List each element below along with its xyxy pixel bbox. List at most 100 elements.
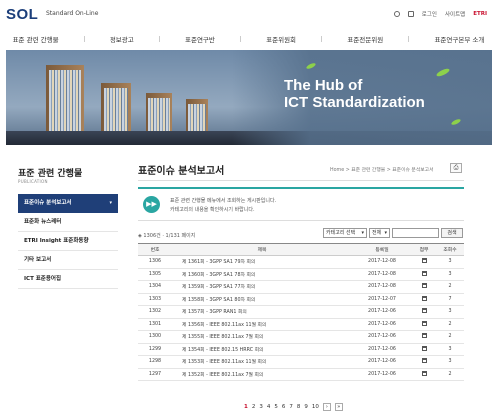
attachment-icon[interactable] (421, 358, 427, 364)
table-row[interactable]: 1306 제 1361회 - 3GPP SA1 79차 회의 2017-12-08 3 (138, 256, 464, 269)
cell-number: 1300 (148, 334, 162, 340)
attachment-icon[interactable] (421, 295, 427, 301)
cell-views: 7 (448, 296, 452, 302)
cell-attachment (412, 318, 436, 331)
page-link[interactable]: 6 (282, 404, 286, 410)
cell-title[interactable]: 제 1355회 - IEEE 802.11ax 7월 회의 (172, 331, 352, 344)
breadcrumb[interactable]: Home > 표준 관련 간행물 > 표준이슈 분석보고서 (330, 166, 434, 173)
page-link[interactable]: 2 (252, 404, 256, 410)
sidebar-item-glossary[interactable]: ICT 표준용어집 (18, 270, 118, 289)
attachment-icon[interactable] (421, 370, 427, 376)
cell-number: 1299 (148, 346, 162, 352)
col-title: 제목 (257, 248, 267, 253)
etri-link[interactable]: ETRI (473, 11, 487, 17)
page-link[interactable]: 4 (267, 404, 271, 410)
gnb-item-info[interactable]: 정보광고 (110, 34, 134, 44)
page-link[interactable]: 7 (289, 404, 293, 410)
page-link[interactable]: 10 (312, 404, 319, 410)
sidebar-item-label: ETRI Insight 표준화동향 (24, 238, 89, 244)
hero-title-line1: The Hub of (284, 77, 363, 94)
next-page-button[interactable]: › (322, 403, 331, 411)
sidebar-subtitle: PUBLICATION (18, 179, 48, 184)
sidebar-item-etri-insight[interactable]: ETRI Insight 표준화동향 (18, 232, 118, 251)
col-number: 번호 (150, 248, 160, 253)
cell-title[interactable]: 제 1356회 - IEEE 802.11ax 11월 회의 (172, 318, 352, 331)
cell-title[interactable]: 제 1360회 - 3GPP SA1 78차 회의 (172, 268, 352, 281)
attachment-icon[interactable] (421, 308, 427, 314)
utility-links: 로그인 사이트맵 ETRI (393, 10, 487, 18)
attachment-icon[interactable] (421, 258, 427, 264)
global-nav: 표준 관련 간행물 정보광고 표준연구반 표준위원회 표준전문위원 표준연구본부… (0, 32, 497, 46)
page-link[interactable]: 1 (244, 404, 248, 410)
top-bar: SOL Standard On-Line 로그인 사이트맵 ETRI (0, 0, 497, 28)
cell-title[interactable]: 제 1352회 - IEEE 802.11ax 7월 회의 (172, 368, 352, 381)
table-row[interactable]: 1300 제 1355회 - IEEE 802.11ax 7월 회의 2017-12… (138, 331, 464, 344)
cell-date: 2017-12-07 (368, 296, 396, 302)
cell-date: 2017-12-08 (368, 284, 396, 290)
category-select[interactable]: 카테고리 선택 ▾ (323, 228, 367, 238)
sidebar-title: 표준 관련 간행물 (18, 169, 83, 179)
page-link[interactable]: 9 (304, 404, 308, 410)
last-page-button[interactable]: » (334, 403, 343, 411)
cell-date: 2017-12-06 (368, 371, 396, 377)
cell-number: 1302 (148, 309, 162, 315)
home-icon[interactable] (393, 11, 400, 17)
page-link[interactable]: 3 (259, 404, 263, 410)
page-numbers: 1 2 3 4 5 6 7 8 9 10 (244, 404, 319, 410)
logo-subtitle: Standard On-Line (46, 10, 99, 17)
report-table: 번호 제목 등록일 첨부 조회수 1306 제 1361회 - 3GPP SA1 … (138, 243, 464, 381)
table-row[interactable]: 1301 제 1356회 - IEEE 802.11ax 11월 회의 2017-1… (138, 318, 464, 331)
cell-title[interactable]: 제 1359회 - 3GPP SA1 77차 회의 (172, 281, 352, 294)
login-link[interactable]: 로그인 (422, 10, 437, 18)
attachment-icon[interactable] (421, 333, 427, 339)
cell-title[interactable]: 제 1358회 - 3GPP SA1 80차 회의 (172, 293, 352, 306)
cell-attachment (412, 356, 436, 369)
sidebar-item-other-reports[interactable]: 기타 보고서 (18, 251, 118, 270)
cell-views: 3 (448, 346, 452, 352)
gnb-item-study-group[interactable]: 표준연구반 (185, 34, 215, 44)
table-row[interactable]: 1303 제 1358회 - 3GPP SA1 80차 회의 2017-12-07 7 (138, 293, 464, 306)
cell-title[interactable]: 제 1357회 - 3GPP RAN1 회의 (172, 306, 352, 319)
sidebar-item-issue-report[interactable]: 표준이슈 분석보고서 ▾ (18, 194, 118, 213)
page-link[interactable]: 8 (297, 404, 301, 410)
cell-date: 2017-12-06 (368, 346, 396, 352)
gnb-item-committee[interactable]: 표준위원회 (266, 34, 296, 44)
scope-select[interactable]: 전체 ▾ (369, 228, 390, 238)
gnb-item-experts[interactable]: 표준전문위원 (347, 34, 383, 44)
attachment-icon[interactable] (421, 283, 427, 289)
page-link[interactable]: 5 (274, 404, 278, 410)
table-row[interactable]: 1299 제 1354회 - IEEE 802.15 HRRC 회의 2017-12… (138, 343, 464, 356)
attachment-icon[interactable] (421, 320, 427, 326)
hero-banner: The Hub of ICT Standardization (6, 50, 492, 145)
table-row[interactable]: 1304 제 1359회 - 3GPP SA1 77차 회의 2017-12-08 2 (138, 281, 464, 294)
sidebar-item-newsletter[interactable]: 표준화 뉴스레터 (18, 213, 118, 232)
search-input[interactable] (392, 228, 439, 238)
notice-line-1: 표준 관련 간행물 메뉴에서 조회하는 게시판입니다. (170, 198, 277, 204)
cell-date: 2017-12-06 (368, 321, 396, 327)
cell-title[interactable]: 제 1361회 - 3GPP SA1 79차 회의 (172, 256, 352, 269)
cell-number: 1304 (148, 284, 162, 290)
table-row[interactable]: 1298 제 1353회 - IEEE 802.11ax 11월 회의 2017-1… (138, 356, 464, 369)
chevron-down-icon: ▾ (109, 200, 112, 206)
cell-number: 1297 (148, 371, 162, 377)
cell-title[interactable]: 제 1353회 - IEEE 802.11ax 11월 회의 (172, 356, 352, 369)
attachment-icon[interactable] (421, 345, 427, 351)
cell-number: 1306 (148, 259, 162, 265)
gnb-item-about[interactable]: 표준연구본부 소개 (434, 34, 484, 44)
table-row[interactable]: 1302 제 1357회 - 3GPP RAN1 회의 2017-12-06 3 (138, 306, 464, 319)
cell-title[interactable]: 제 1354회 - IEEE 802.15 HRRC 회의 (172, 343, 352, 356)
print-button[interactable]: ⎙ (450, 163, 462, 173)
table-row[interactable]: 1297 제 1352회 - IEEE 802.11ax 7월 회의 2017-12… (138, 368, 464, 381)
cell-attachment (412, 256, 436, 269)
sitemap-link[interactable]: 사이트맵 (445, 10, 465, 18)
notice-box: ▶▶ 표준 관련 간행물 메뉴에서 조회하는 게시판입니다. 카테고리의 내용을… (138, 187, 464, 221)
search-button[interactable]: 검색 (441, 228, 463, 238)
cell-views: 2 (448, 371, 452, 377)
table-row[interactable]: 1305 제 1360회 - 3GPP SA1 78차 회의 2017-12-08 3 (138, 268, 464, 281)
lock-icon (407, 11, 414, 17)
sol-logo[interactable]: SOL (6, 6, 38, 23)
attachment-icon[interactable] (421, 270, 427, 276)
cell-attachment (412, 293, 436, 306)
cell-number: 1301 (148, 321, 162, 327)
gnb-item-publications[interactable]: 표준 관련 간행물 (13, 34, 59, 44)
